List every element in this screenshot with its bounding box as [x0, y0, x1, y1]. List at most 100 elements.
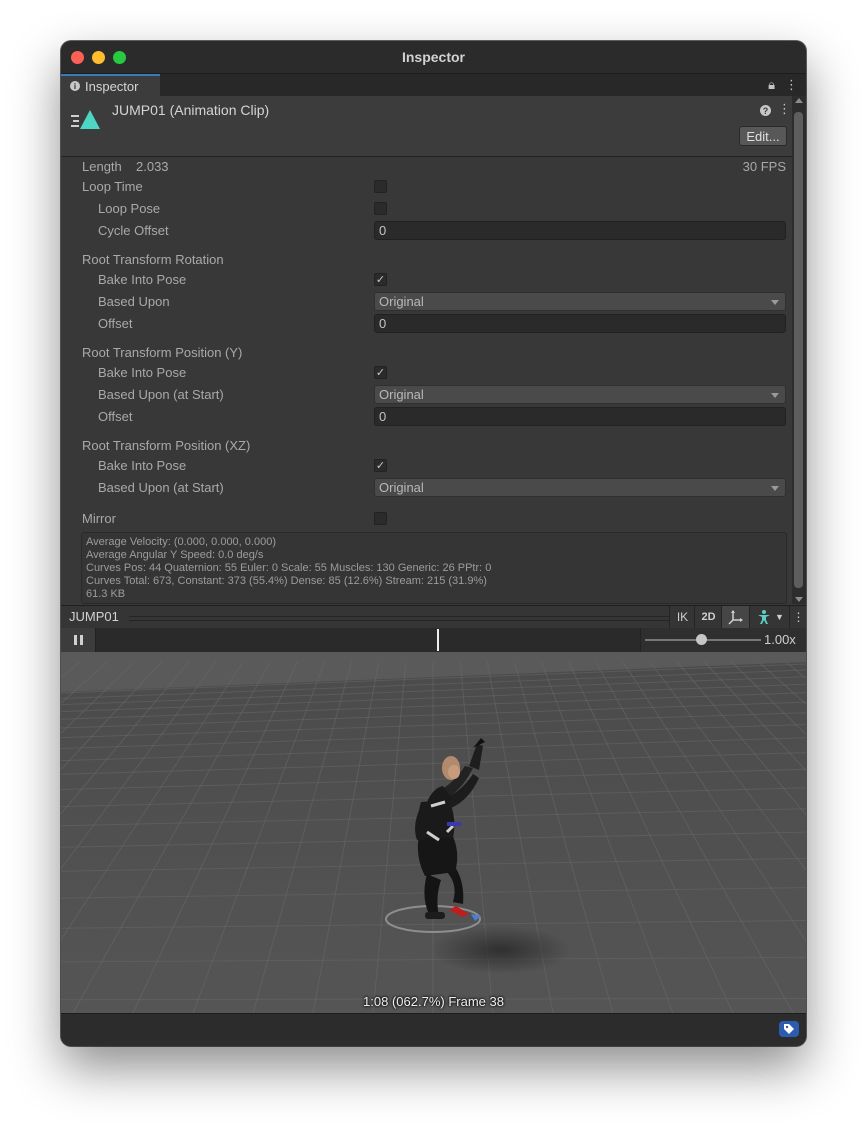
root-position-y-header: Root Transform Position (Y)	[82, 345, 243, 360]
scroll-up-arrow-icon[interactable]	[795, 98, 803, 103]
preview-scene	[61, 652, 806, 1013]
root-position-y-header-row: Root Transform Position (Y)	[61, 343, 792, 363]
root-rotation-bake-row: Bake Into Pose ✓	[61, 270, 792, 290]
timeline-track[interactable]	[96, 628, 641, 652]
root-position-y-offset-label: Offset	[98, 409, 133, 424]
lock-icon[interactable]: 🔒︎	[768, 77, 775, 93]
root-position-y-bake-row: Bake Into Pose ✓	[61, 363, 792, 383]
stats-average-velocity: Average Velocity: (0.000, 0.000, 0.000)	[86, 536, 276, 548]
loop-time-label: Loop Time	[82, 179, 143, 194]
playhead[interactable]	[437, 629, 439, 651]
root-rotation-bake-checkbox[interactable]: ✓	[374, 273, 387, 286]
root-rotation-based-row: Based Upon Original	[61, 292, 792, 312]
loop-pose-checkbox[interactable]	[374, 202, 387, 215]
edit-button[interactable]: Edit...	[739, 126, 787, 146]
info-icon: i	[70, 81, 80, 91]
clip-header: JUMP01 (Animation Clip) ? ⋮ Edit...	[61, 96, 806, 157]
pause-icon-bar	[79, 635, 83, 645]
help-icon[interactable]: ?	[760, 105, 771, 116]
mirror-label: Mirror	[82, 511, 116, 526]
preview-clip-name: JUMP01	[69, 609, 119, 624]
root-position-xz-based-label: Based Upon (at Start)	[98, 480, 224, 495]
root-position-xz-header-row: Root Transform Position (XZ)	[61, 436, 792, 456]
mirror-checkbox[interactable]	[374, 512, 387, 525]
loop-time-row: Loop Time	[61, 177, 792, 197]
playback-speed-handle[interactable]	[696, 634, 707, 645]
root-rotation-based-dropdown[interactable]: Original	[374, 292, 786, 311]
root-position-xz-bake-label: Bake Into Pose	[98, 458, 187, 473]
tab-bar: i Inspector 🔒︎ ⋮	[61, 74, 806, 96]
component-menu-icon[interactable]: ⋮	[778, 101, 791, 117]
tab-inspector-label: Inspector	[85, 78, 139, 94]
loop-pose-row: Loop Pose	[61, 199, 792, 219]
root-position-y-based-row: Based Upon (at Start) Original	[61, 385, 792, 405]
asset-labels-icon[interactable]	[779, 1021, 799, 1037]
humanoid-avatar-icon	[758, 610, 771, 624]
root-rotation-offset-label: Offset	[98, 316, 133, 331]
stats-curves-total: Curves Total: 673, Constant: 373 (55.4%)…	[86, 575, 487, 587]
root-position-y-bake-checkbox[interactable]: ✓	[374, 366, 387, 379]
preview-toolbar: JUMP01 IK 2D ▼ ⋮	[61, 605, 806, 629]
root-rotation-offset-field[interactable]: 0	[374, 314, 786, 333]
root-position-y-based-label: Based Upon (at Start)	[98, 387, 224, 402]
playback-speed-value: 1.00x	[764, 632, 796, 647]
ik-toggle-button[interactable]: IK	[669, 606, 695, 628]
root-rotation-bake-label: Bake Into Pose	[98, 272, 187, 287]
tab-inspector[interactable]: i Inspector	[61, 74, 160, 96]
root-rotation-header-row: Root Transform Rotation	[61, 250, 792, 270]
length-value: 2.033	[136, 159, 169, 174]
stats-angular-speed: Average Angular Y Speed: 0.0 deg/s	[86, 549, 264, 561]
stats-curves-breakdown: Curves Pos: 44 Quaternion: 55 Euler: 0 S…	[86, 562, 492, 574]
title-bar: Inspector	[61, 41, 806, 74]
tag-icon	[784, 1024, 794, 1034]
preview-menu-icon[interactable]: ⋮	[789, 606, 806, 628]
chevron-down-icon: ▼	[775, 612, 784, 622]
preview-viewport[interactable]: 1:08 (062.7%) Frame 38	[61, 652, 806, 1013]
loop-time-checkbox[interactable]	[374, 180, 387, 193]
root-position-xz-bake-row: Bake Into Pose ✓	[61, 456, 792, 476]
clip-settings-panel: Length 2.033 30 FPS Loop Time Loop Pose …	[61, 157, 792, 604]
preview-divider	[129, 616, 669, 621]
scroll-thumb[interactable]	[794, 112, 803, 588]
dropdown-arrow-icon	[771, 486, 779, 491]
animation-clip-icon	[71, 110, 100, 129]
cycle-offset-field[interactable]: 0	[374, 221, 786, 240]
length-row: Length 2.033 30 FPS	[61, 157, 792, 177]
clip-title: JUMP01 (Animation Clip)	[112, 102, 270, 118]
pivot-toggle-button[interactable]	[721, 606, 750, 628]
inspector-window: Inspector i Inspector 🔒︎ ⋮ JUMP01 (Anima…	[61, 41, 806, 1046]
cycle-offset-label: Cycle Offset	[98, 223, 169, 238]
root-position-y-offset-field[interactable]: 0	[374, 407, 786, 426]
pivot-axes-icon	[728, 610, 743, 625]
scroll-down-arrow-icon[interactable]	[795, 597, 803, 602]
fps-label: 30 FPS	[742, 159, 786, 174]
frame-readout: 1:08 (062.7%) Frame 38	[363, 994, 504, 1009]
cycle-offset-row: Cycle Offset 0	[61, 221, 792, 241]
root-rotation-based-label: Based Upon	[98, 294, 170, 309]
pause-icon	[73, 635, 77, 645]
dropdown-arrow-icon	[771, 393, 779, 398]
kebab-menu-icon[interactable]: ⋮	[785, 77, 798, 93]
root-rotation-header: Root Transform Rotation	[82, 252, 224, 267]
root-position-xz-bake-checkbox[interactable]: ✓	[374, 459, 387, 472]
root-position-y-based-dropdown[interactable]: Original	[374, 385, 786, 404]
mirror-row: Mirror	[61, 509, 792, 529]
root-position-xz-based-dropdown[interactable]: Original	[374, 478, 786, 497]
clip-stats-box: Average Velocity: (0.000, 0.000, 0.000) …	[81, 532, 787, 604]
status-bar	[61, 1013, 806, 1046]
avatar-selector-button[interactable]: ▼	[749, 606, 790, 628]
length-label: Length	[82, 159, 122, 174]
root-position-xz-based-value: Original	[379, 480, 424, 495]
root-rotation-based-value: Original	[379, 294, 424, 309]
stats-size: 61.3 KB	[86, 588, 126, 600]
loop-pose-label: Loop Pose	[98, 201, 161, 216]
character-shadow	[431, 926, 571, 974]
pause-button[interactable]	[61, 628, 96, 652]
root-rotation-offset-row: Offset 0	[61, 314, 792, 334]
inspector-scrollbar[interactable]	[792, 96, 806, 604]
2d-toggle-button[interactable]: 2D	[694, 606, 722, 628]
timeline-bar: 1.00x	[61, 628, 806, 652]
root-position-y-based-value: Original	[379, 387, 424, 402]
root-position-xz-based-row: Based Upon (at Start) Original	[61, 478, 792, 498]
window-title: Inspector	[401, 49, 465, 65]
